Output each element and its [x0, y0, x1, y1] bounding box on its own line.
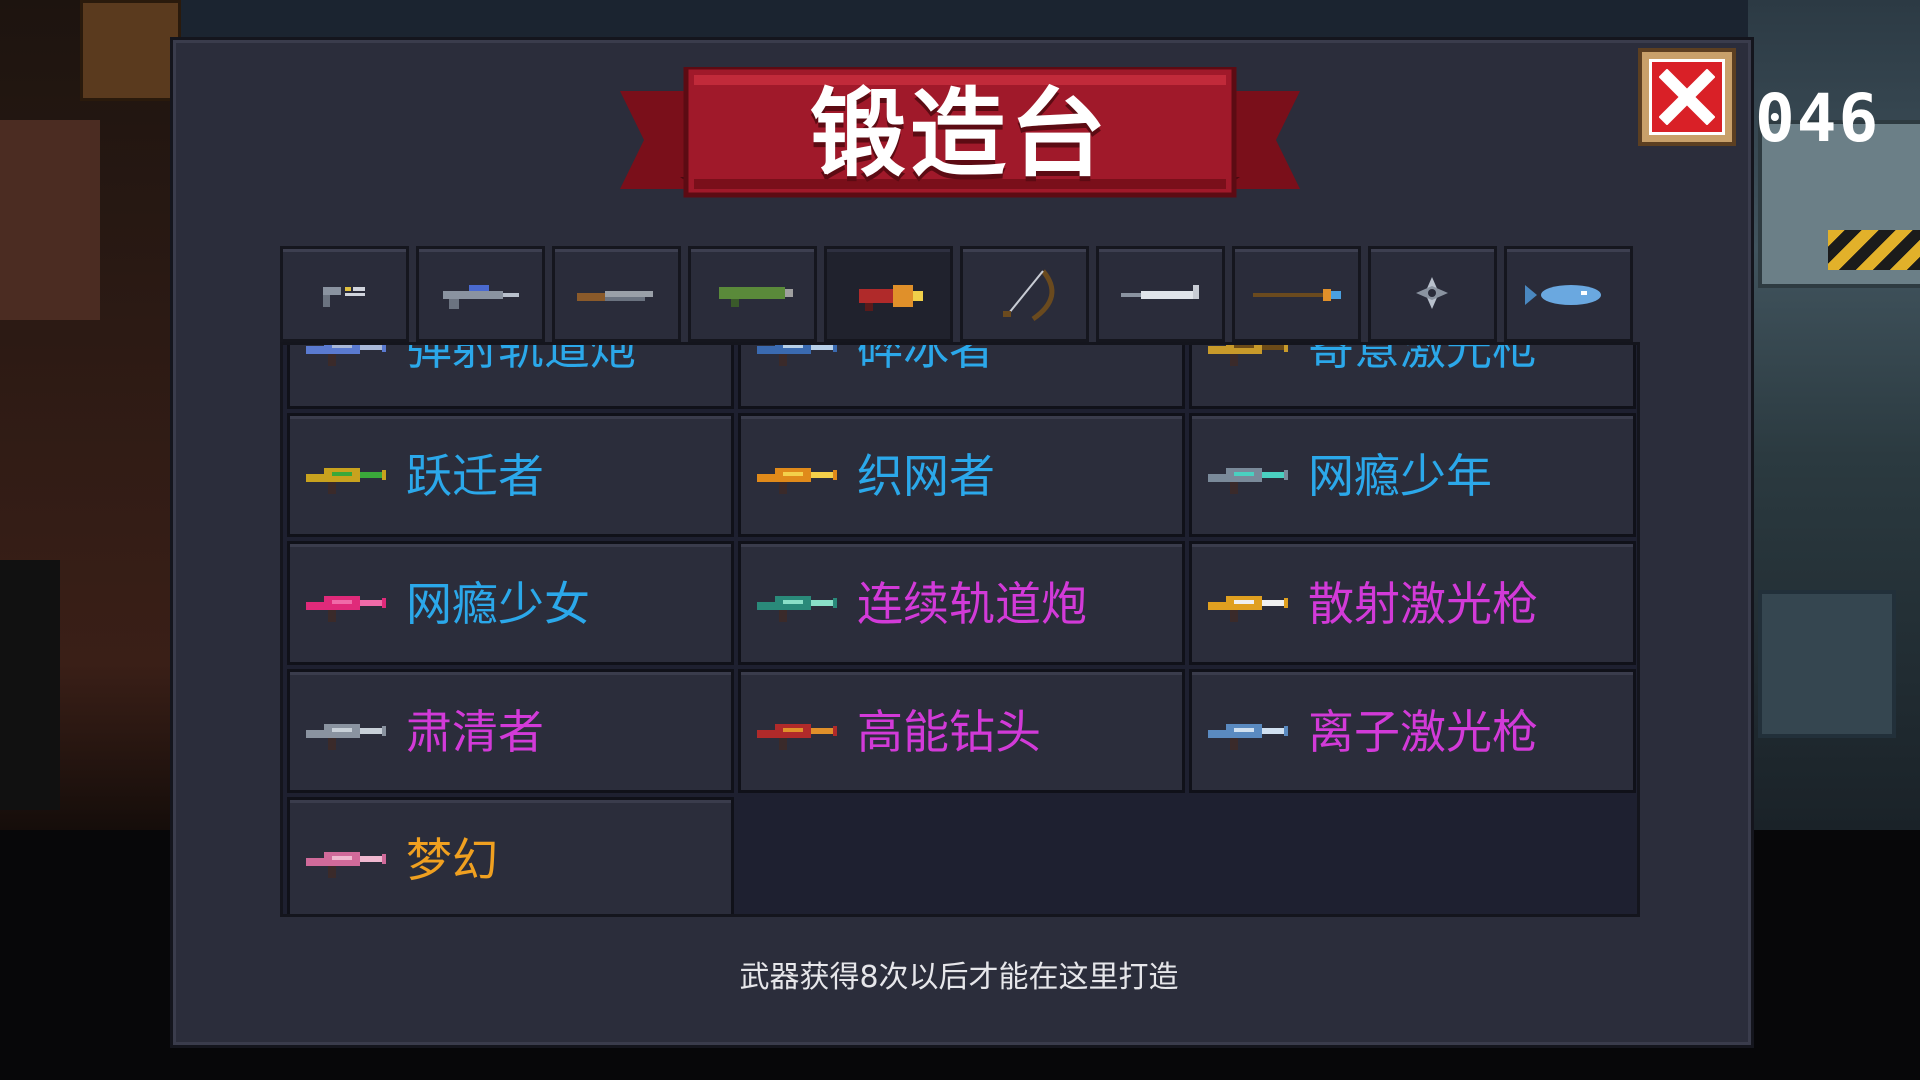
tab-rocket-launcher[interactable] [688, 246, 817, 342]
weapon-name: 散射激光枪 [1308, 577, 1538, 631]
laser-gun-icon [859, 285, 923, 311]
tab-sword[interactable] [1096, 246, 1225, 342]
rocket-launcher-icon [719, 287, 793, 307]
close-button[interactable] [1638, 48, 1736, 146]
tab-staff[interactable] [1232, 246, 1361, 342]
tab-shuriken[interactable] [1368, 246, 1497, 342]
background-wall-top [175, 0, 1748, 40]
weapon-name: 寄意激光枪 [1308, 342, 1538, 375]
weapon-name: 梦幻 [406, 833, 498, 887]
close-button-face[interactable] [1649, 59, 1725, 135]
weapon-item[interactable]: 连续轨道炮 [738, 541, 1185, 665]
background-npc [0, 120, 100, 320]
tab-rifle[interactable] [416, 246, 545, 342]
weapon-name: 高能钻头 [857, 705, 1041, 759]
rifle-icon [443, 285, 519, 309]
close-icon [1659, 69, 1715, 125]
pistol-icon [323, 287, 365, 307]
weapon-name: 网瘾少女 [406, 577, 590, 631]
weapon-item[interactable]: 跃迁者 [287, 413, 734, 537]
weapon-item[interactable]: 散射激光枪 [1189, 541, 1636, 665]
drill-gun-icon [757, 724, 837, 750]
gold-laser-icon [1208, 345, 1288, 366]
shotgun-icon [577, 291, 653, 301]
tab-bow[interactable] [960, 246, 1089, 342]
weapon-name: 弹射轨道炮 [406, 342, 636, 375]
tab-laser-gun[interactable] [824, 246, 953, 342]
weapon-item[interactable]: 织网者 [738, 413, 1185, 537]
weapon-name: 织网者 [857, 449, 995, 503]
weapon-list: 弹射轨道炮 碎冰者 寄意激光枪跃迁者 织网者 网瘾少年网瘾少女 连续轨道炮 散射激光枪肃清者… [280, 342, 1640, 917]
weapon-item[interactable]: 网瘾少年 [1189, 413, 1636, 537]
weaver-gun-icon [757, 468, 837, 494]
weapon-item[interactable]: 寄意激光枪 [1189, 342, 1636, 409]
weapon-item[interactable]: 肃清者 [287, 669, 734, 793]
tab-pistol[interactable] [280, 246, 409, 342]
weapon-name: 离子激光枪 [1308, 705, 1538, 759]
rail-cannon-icon [757, 596, 837, 622]
net-girl-gun-icon [306, 596, 386, 622]
net-boy-gun-icon [1208, 468, 1288, 494]
background-shadow [0, 560, 60, 810]
weapon-name: 跃迁者 [406, 449, 544, 503]
sword-icon [1121, 285, 1199, 299]
shuriken-icon [1416, 277, 1448, 309]
background-crate [80, 0, 181, 101]
weapon-name: 网瘾少年 [1308, 449, 1492, 503]
weapon-name: 碎冰者 [857, 342, 995, 375]
weapon-item[interactable]: 离子激光枪 [1189, 669, 1636, 793]
background-hazard-stripe [1828, 230, 1920, 270]
page-title: 锻造台 [810, 78, 1110, 190]
railgun-icon [306, 345, 386, 366]
background-console [1758, 590, 1896, 738]
dream-gun-icon [306, 852, 386, 878]
purger-gun-icon [306, 724, 386, 750]
scatter-laser-icon [1208, 596, 1288, 622]
weapon-item[interactable]: 梦幻 [287, 797, 734, 914]
weapon-item[interactable]: 碎冰者 [738, 342, 1185, 409]
staff-icon [1253, 289, 1341, 301]
weapon-item[interactable]: 网瘾少女 [287, 541, 734, 665]
background-left-room [0, 0, 181, 830]
weapon-grid: 弹射轨道炮 碎冰者 寄意激光枪跃迁者 织网者 网瘾少年网瘾少女 连续轨道炮 散射激光枪肃清者… [287, 342, 1636, 914]
tab-fish[interactable] [1504, 246, 1633, 342]
weapon-name: 连续轨道炮 [857, 577, 1087, 631]
score-counter: 046 [1755, 80, 1881, 157]
ion-laser-icon [1208, 724, 1288, 750]
weapon-item[interactable]: 高能钻头 [738, 669, 1185, 793]
weapon-category-tabs [280, 246, 1640, 342]
weapon-name: 肃清者 [406, 705, 544, 759]
leaper-gun-icon [306, 468, 386, 494]
weapon-item[interactable]: 弹射轨道炮 [287, 342, 734, 409]
bow-icon [1003, 269, 1055, 322]
forge-hint: 武器获得8次以后才能在这里打造 [739, 960, 1179, 995]
fish-icon [1525, 285, 1601, 305]
tab-shotgun[interactable] [552, 246, 681, 342]
title-banner: 锻造台 [620, 67, 1300, 219]
ice-gun-icon [757, 345, 837, 366]
